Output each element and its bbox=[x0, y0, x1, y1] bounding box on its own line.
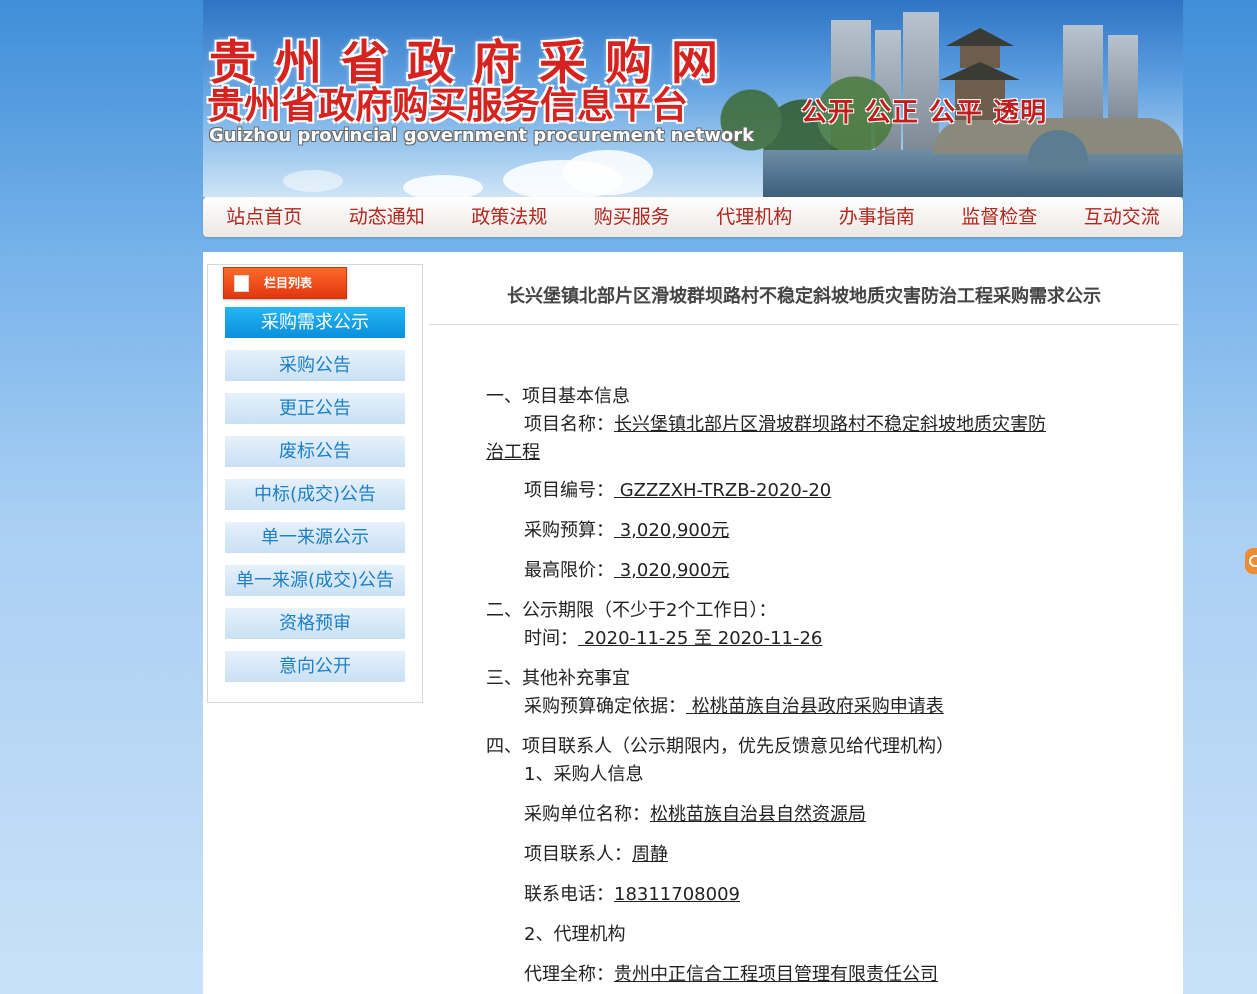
agency-heading: 2、代理机构 bbox=[524, 924, 626, 945]
sidebar-item-demand-notice[interactable]: 采购需求公示 bbox=[225, 307, 405, 338]
max-price-label: 最高限价： bbox=[524, 560, 614, 581]
budget-value: 3,020,900元 bbox=[614, 520, 730, 541]
period-row: 时间： 2020-11-25 至 2020-11-26 bbox=[524, 624, 822, 650]
section-2-heading: 二、公示期限（不少于2个工作日）： bbox=[486, 600, 777, 621]
sidebar-item-single-source-award[interactable]: 单一来源(成交)公告 bbox=[225, 565, 405, 596]
purchaser-heading: 1、采购人信息 bbox=[524, 764, 644, 785]
purchaser-name-label: 采购单位名称： bbox=[524, 804, 650, 825]
section-4-heading: 四、项目联系人（公示期限内，优先反馈意见给代理机构） bbox=[486, 736, 954, 757]
period-value: 2020-11-25 至 2020-11-26 bbox=[578, 628, 823, 649]
contact-label: 项目联系人： bbox=[524, 844, 632, 865]
section-3-heading: 三、其他补充事宜 bbox=[486, 668, 630, 689]
phone-row: 联系电话：18311708009 bbox=[524, 880, 740, 906]
site-subtitle: 贵州省政府购买服务信息平台 bbox=[207, 84, 688, 127]
sidebar-header-tab: 栏目列表 bbox=[223, 267, 347, 299]
project-name-value: 长兴堡镇北部片区滑坡群坝路村不稳定斜坡地质灾害防 bbox=[614, 414, 1046, 435]
agency-name-value: 贵州中正信合工程项目管理有限责任公司 bbox=[614, 964, 938, 985]
nav-interaction[interactable]: 互动交流 bbox=[1061, 197, 1184, 237]
project-name-label: 项目名称： bbox=[524, 414, 614, 435]
sidebar-item-award-notice[interactable]: 中标(成交)公告 bbox=[225, 479, 405, 510]
project-number-value: GZZZXH-TRZB-2020-20 bbox=[614, 480, 832, 501]
purchaser-name-row: 采购单位名称：松桃苗族自治县自然资源局 bbox=[524, 800, 866, 826]
agency-name-label: 代理全称： bbox=[524, 964, 614, 985]
sidebar: 栏目列表 采购需求公示 采购公告 更正公告 废标公告 中标(成交)公告 单一来源… bbox=[207, 264, 423, 703]
title-divider bbox=[429, 324, 1179, 325]
nav-agencies[interactable]: 代理机构 bbox=[693, 197, 816, 237]
sidebar-list: 采购需求公示 采购公告 更正公告 废标公告 中标(成交)公告 单一来源公示 单一… bbox=[225, 307, 405, 694]
site-slogan: 公开 公正 公平 透明 bbox=[801, 98, 1048, 128]
budget-label: 采购预算： bbox=[524, 520, 614, 541]
document-icon bbox=[234, 272, 253, 292]
nav-purchase-services[interactable]: 购买服务 bbox=[571, 197, 694, 237]
agency-name-row: 代理全称：贵州中正信合工程项目管理有限责任公司 bbox=[524, 960, 938, 986]
nav-guide[interactable]: 办事指南 bbox=[816, 197, 939, 237]
project-name-value-line2: 治工程 bbox=[486, 442, 540, 463]
nav-supervision[interactable]: 监督检查 bbox=[938, 197, 1061, 237]
sidebar-item-prequalification[interactable]: 资格预审 bbox=[225, 608, 405, 639]
nav-home[interactable]: 站点首页 bbox=[203, 197, 326, 237]
project-number-row: 项目编号： GZZZXH-TRZB-2020-20 bbox=[524, 476, 831, 502]
budget-basis-label: 采购预算确定依据： bbox=[524, 696, 686, 717]
budget-basis-value: 松桃苗族自治县政府采购申请表 bbox=[686, 696, 944, 717]
budget-basis-row: 采购预算确定依据： 松桃苗族自治县政府采购申请表 bbox=[524, 692, 944, 718]
article-title: 长兴堡镇北部片区滑坡群坝路村不稳定斜坡地质灾害防治工程采购需求公示 bbox=[507, 286, 1101, 307]
floating-feedback-tab[interactable] bbox=[1245, 548, 1257, 574]
sidebar-item-correction-notice[interactable]: 更正公告 bbox=[225, 393, 405, 424]
budget-row: 采购预算： 3,020,900元 bbox=[524, 516, 729, 542]
phone-value: 18311708009 bbox=[614, 884, 740, 905]
project-name-row: 项目名称：长兴堡镇北部片区滑坡群坝路村不稳定斜坡地质灾害防 bbox=[524, 410, 1046, 436]
purchaser-name-value: 松桃苗族自治县自然资源局 bbox=[650, 804, 866, 825]
period-label: 时间： bbox=[524, 628, 578, 649]
site-title-english: Guizhou provincial government procuremen… bbox=[209, 125, 755, 146]
sidebar-item-cancellation-notice[interactable]: 废标公告 bbox=[225, 436, 405, 467]
main-panel: 栏目列表 采购需求公示 采购公告 更正公告 废标公告 中标(成交)公告 单一来源… bbox=[203, 252, 1183, 994]
sidebar-header-label: 栏目列表 bbox=[264, 276, 313, 290]
project-name-continued: 治工程 bbox=[486, 438, 540, 464]
nav-policies[interactable]: 政策法规 bbox=[448, 197, 571, 237]
contact-value: 周静 bbox=[632, 844, 668, 865]
main-nav: 站点首页 动态通知 政策法规 购买服务 代理机构 办事指南 监督检查 互动交流 bbox=[203, 197, 1183, 237]
header-banner: 贵州省政府采购网 贵州省政府购买服务信息平台 Guizhou provincia… bbox=[203, 0, 1183, 197]
max-price-value: 3,020,900元 bbox=[614, 560, 730, 581]
project-number-label: 项目编号： bbox=[524, 480, 614, 501]
max-price-row: 最高限价： 3,020,900元 bbox=[524, 556, 729, 582]
section-1-heading: 一、项目基本信息 bbox=[486, 386, 630, 407]
sidebar-item-procurement-notice[interactable]: 采购公告 bbox=[225, 350, 405, 381]
nav-notices[interactable]: 动态通知 bbox=[326, 197, 449, 237]
contact-row: 项目联系人：周静 bbox=[524, 840, 668, 866]
sidebar-item-intent-disclosure[interactable]: 意向公开 bbox=[225, 651, 405, 682]
sidebar-item-single-source-notice[interactable]: 单一来源公示 bbox=[225, 522, 405, 553]
phone-label: 联系电话： bbox=[524, 884, 614, 905]
